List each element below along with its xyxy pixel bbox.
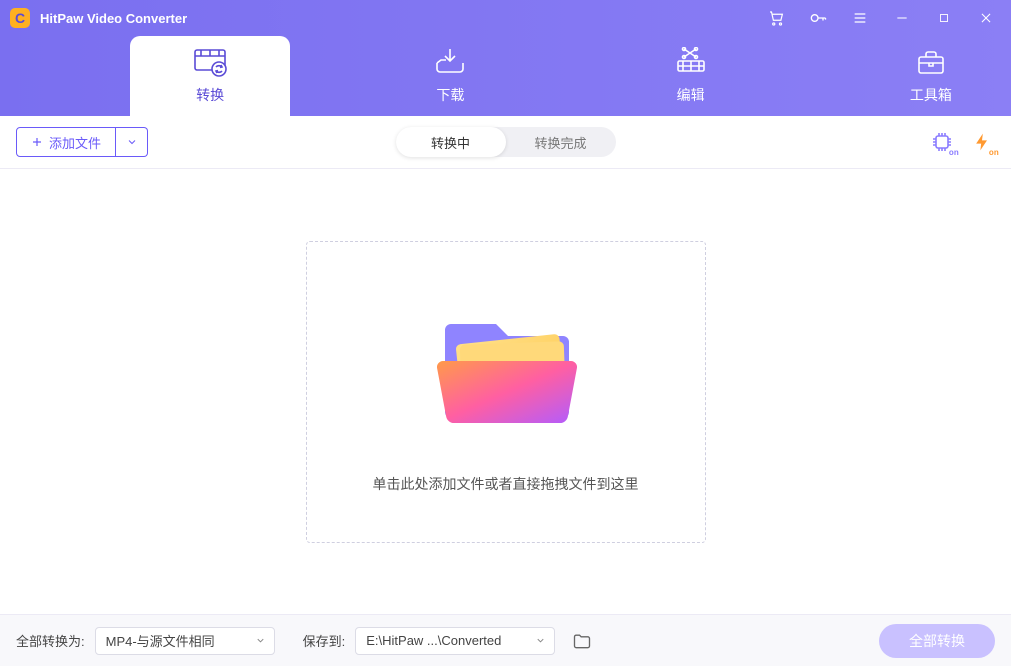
edit-icon (674, 47, 708, 77)
app-logo-icon: C (10, 8, 30, 28)
toolbar: 添加文件 转换中 转换完成 on on (0, 116, 1011, 168)
format-value: MP4-与源文件相同 (106, 631, 215, 650)
save-to-label: 保存到: (303, 631, 346, 650)
close-button[interactable] (965, 0, 1007, 36)
menu-icon (852, 10, 868, 26)
drop-area[interactable]: 单击此处添加文件或者直接拖拽文件到这里 (306, 241, 706, 543)
chevron-down-icon (255, 635, 266, 646)
add-file-label: 添加文件 (49, 133, 101, 152)
key-icon (808, 8, 828, 28)
gpu-toggle[interactable]: on (929, 129, 955, 155)
main-nav: 转换 下载 编辑 工具箱 (0, 36, 1011, 116)
cart-button[interactable] (755, 0, 797, 36)
gpu-on-label: on (949, 148, 959, 157)
chevron-down-icon (535, 635, 546, 646)
convert-all-to-label: 全部转换为: (16, 631, 85, 650)
segment-done[interactable]: 转换完成 (506, 127, 616, 157)
maximize-button[interactable] (923, 0, 965, 36)
maximize-icon (938, 12, 950, 24)
format-select[interactable]: MP4-与源文件相同 (95, 627, 275, 655)
add-file-dropdown[interactable] (116, 127, 148, 157)
toolbox-icon (915, 47, 947, 77)
add-file-button[interactable]: 添加文件 (16, 127, 116, 157)
close-icon (979, 11, 993, 25)
menu-button[interactable] (839, 0, 881, 36)
folder-illustration-icon (421, 289, 591, 444)
bottombar: 全部转换为: MP4-与源文件相同 保存到: E:\HitPaw ...\Con… (0, 614, 1011, 666)
tab-toolbox-label: 工具箱 (910, 85, 952, 105)
plus-icon (31, 136, 43, 148)
drop-hint: 单击此处添加文件或者直接拖拽文件到这里 (373, 474, 639, 494)
cart-icon (767, 9, 785, 27)
tab-toolbox[interactable]: 工具箱 (851, 36, 1011, 116)
tab-convert-label: 转换 (196, 85, 224, 105)
key-button[interactable] (797, 0, 839, 36)
titlebar: C HitPaw Video Converter (0, 0, 1011, 36)
tab-edit-label: 编辑 (677, 85, 705, 105)
tab-download[interactable]: 下载 (370, 36, 530, 116)
chevron-down-icon (126, 136, 138, 148)
open-folder-button[interactable] (565, 627, 599, 655)
save-path-select[interactable]: E:\HitPaw ...\Converted (355, 627, 555, 655)
convert-all-button[interactable]: 全部转换 (879, 624, 995, 658)
download-icon (433, 47, 467, 77)
segment-converting[interactable]: 转换中 (396, 127, 506, 157)
tab-download-label: 下载 (436, 85, 464, 105)
folder-icon (572, 632, 592, 650)
minimize-icon (895, 11, 909, 25)
tab-edit[interactable]: 编辑 (611, 36, 771, 116)
minimize-button[interactable] (881, 0, 923, 36)
add-file-group: 添加文件 (16, 127, 148, 157)
status-segmented: 转换中 转换完成 (396, 127, 616, 157)
canvas: 单击此处添加文件或者直接拖拽文件到这里 (0, 169, 1011, 614)
convert-all-button-label: 全部转换 (909, 631, 965, 651)
save-path-value: E:\HitPaw ...\Converted (366, 633, 501, 648)
hw-accel-toggle[interactable]: on (969, 129, 995, 155)
accel-on-label: on (989, 148, 999, 157)
tab-convert[interactable]: 转换 (130, 36, 290, 116)
convert-icon (192, 47, 228, 77)
app-title: HitPaw Video Converter (40, 11, 187, 26)
